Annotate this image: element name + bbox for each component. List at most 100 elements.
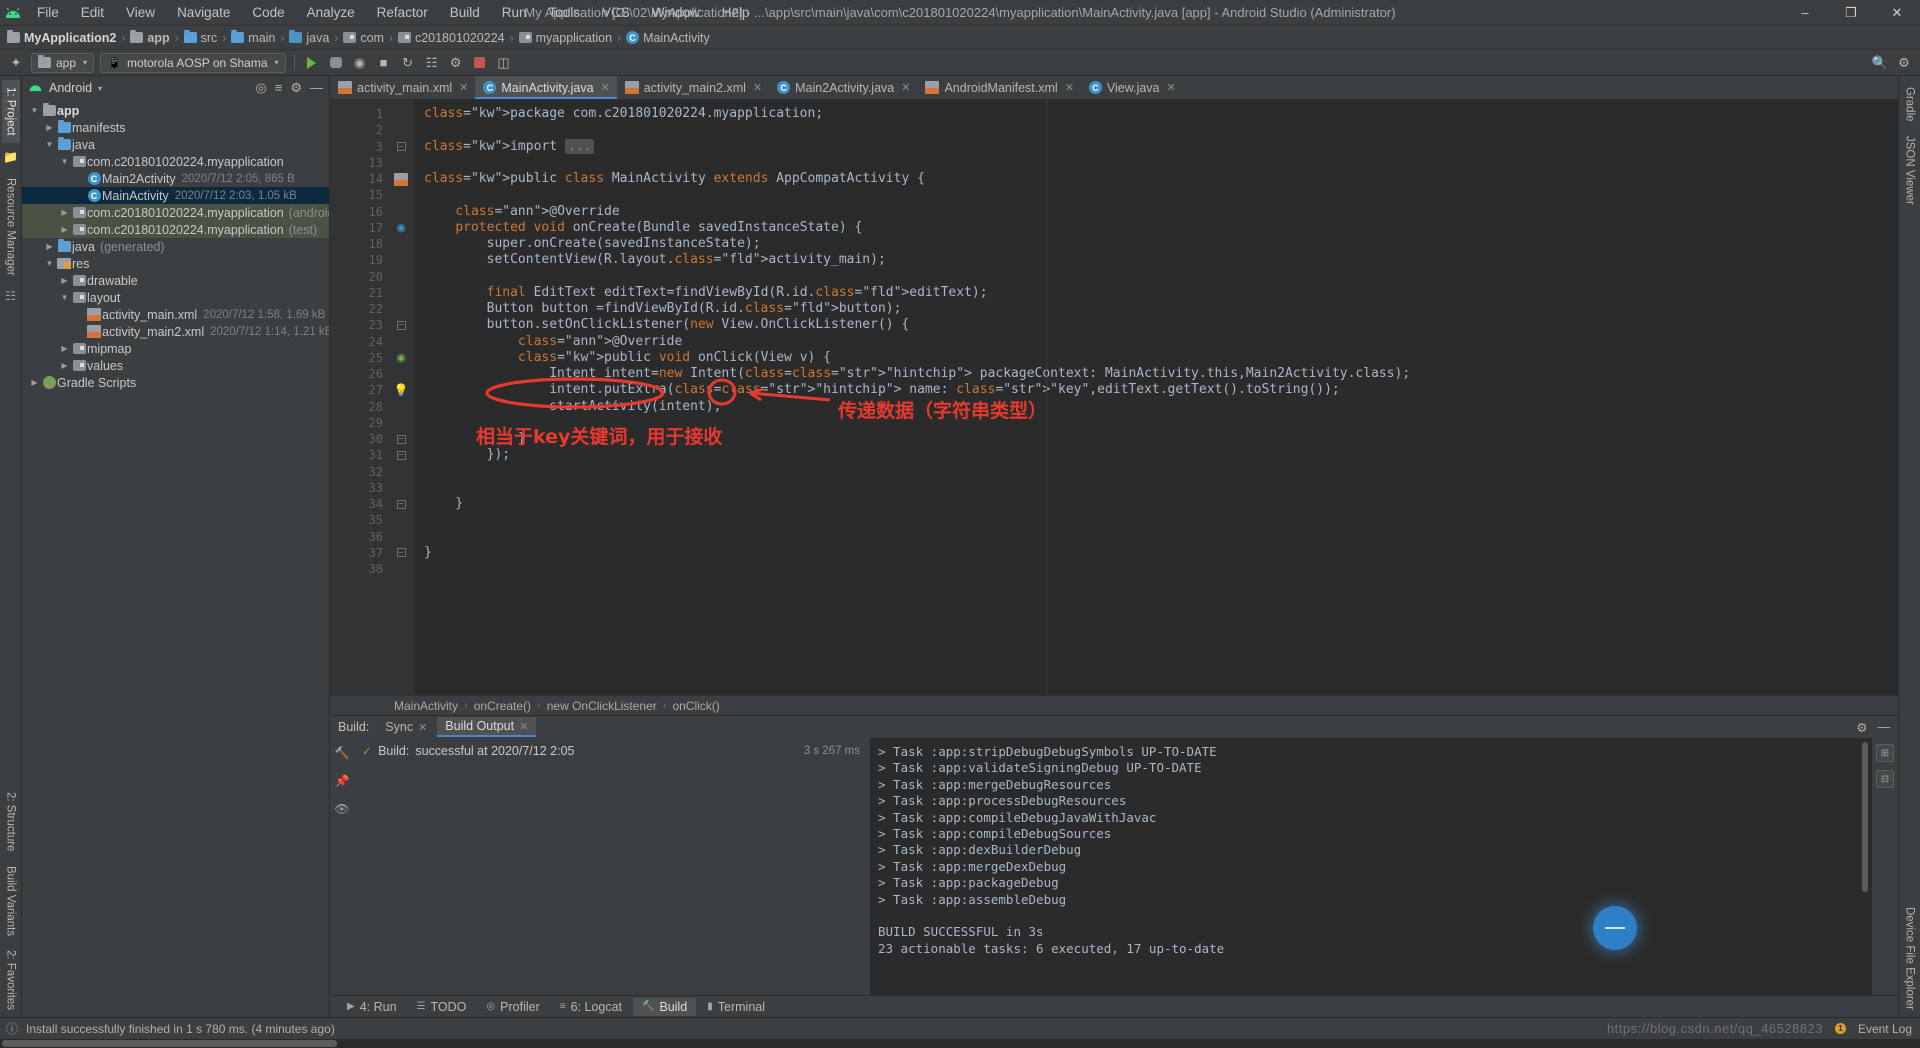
- menu-code[interactable]: Code: [241, 2, 295, 23]
- sidebar-tab-gradle[interactable]: Gradle: [1901, 80, 1919, 129]
- xml-gutter-icon[interactable]: [388, 171, 414, 187]
- code-editor[interactable]: 1 2 3 13 14 15 16 17 18 19 20 21 22 23 24 25 26 27 28 29 30 3…: [330, 100, 1898, 695]
- code-line[interactable]: class="kw">public void onClick(View v) {: [414, 350, 1898, 366]
- build-result-tree[interactable]: ✓ Build: successful at 2020/7/12 2:05 3 …: [354, 738, 870, 995]
- editor-tab-mainactivity-java[interactable]: C MainActivity.java ✕: [475, 76, 618, 99]
- code-line[interactable]: }: [414, 431, 1898, 447]
- tree-item-mipmap[interactable]: ▶ mipmap: [22, 340, 329, 357]
- tree-expand-arrow[interactable]: ▶: [58, 276, 71, 285]
- close-icon[interactable]: ✕: [418, 721, 427, 734]
- editor-breadcrumb[interactable]: MainActivity › onCreate() › new OnClickL…: [330, 695, 1898, 715]
- menu-build[interactable]: Build: [439, 2, 491, 23]
- tree-item-com-c201801020224-myapplication[interactable]: ▶ com.c201801020224.myapplication (test): [22, 221, 329, 238]
- breadcrumb-item-myapplication[interactable]: myapplication: [516, 31, 615, 45]
- menu-edit[interactable]: Edit: [70, 2, 115, 23]
- breadcrumb-item-app[interactable]: app: [127, 30, 172, 45]
- code-line[interactable]: [414, 155, 1898, 171]
- code-line[interactable]: [414, 415, 1898, 431]
- gear-icon[interactable]: ⚙: [1856, 720, 1867, 735]
- hide-panel-icon[interactable]: —: [310, 80, 323, 96]
- expand-icon[interactable]: ⊞: [1876, 744, 1894, 762]
- menu-tools[interactable]: Tools: [538, 2, 592, 23]
- bottom-tab-profiler[interactable]: ◎ Profiler: [477, 998, 548, 1016]
- status-bar-right[interactable]: https://blog.csdn.net/qq_46528823 1 Even…: [1607, 1021, 1920, 1036]
- project-tree[interactable]: ▼ app ▶ manifests ▼ java ▼ com.c201801020224.my…: [22, 100, 329, 1017]
- tree-expand-arrow[interactable]: ▼: [58, 293, 71, 302]
- editor-breadcrumb-onclick[interactable]: onClick(): [672, 699, 719, 713]
- tree-expand-arrow[interactable]: ▶: [58, 361, 71, 370]
- tab-sync[interactable]: Sync ✕: [377, 718, 435, 736]
- code-line[interactable]: super.onCreate(savedInstanceState);: [414, 236, 1898, 252]
- sidebar-tab-favorites[interactable]: 2: Favorites: [2, 943, 20, 1017]
- menu-analyze[interactable]: Analyze: [296, 2, 366, 23]
- bottom-tab-build[interactable]: 🔨 Build: [633, 997, 697, 1016]
- menu-view[interactable]: View: [115, 2, 166, 23]
- code-line[interactable]: Button button =findViewById(R.id.class="…: [414, 301, 1898, 317]
- maximize-button[interactable]: ❐: [1828, 0, 1874, 26]
- main-toolbar[interactable]: ✦ app ▾ 📱 motorola AOSP on Shama ▾ ◉ ■ ↻…: [0, 50, 1920, 76]
- close-icon[interactable]: ✕: [1167, 81, 1176, 94]
- breadcrumb-item-src[interactable]: src: [181, 30, 221, 45]
- layout-inspector-button[interactable]: ◫: [492, 52, 516, 74]
- tree-expand-arrow[interactable]: ▶: [58, 344, 71, 353]
- code-line[interactable]: [414, 464, 1898, 480]
- build-result-row[interactable]: ✓ Build: successful at 2020/7/12 2:05 3 …: [354, 742, 870, 760]
- left-tool-strip[interactable]: 1: Project 📁 Resource Manager ☷ 2: Struc…: [0, 76, 22, 1017]
- code-line[interactable]: class="ann">@Override: [414, 334, 1898, 350]
- code-line[interactable]: Intent intent=new Intent(class=class="st…: [414, 366, 1898, 382]
- tab-build-output[interactable]: Build Output ✕: [437, 717, 537, 737]
- sidebar-tab-structure[interactable]: 2: Structure: [2, 785, 20, 858]
- minimize-button[interactable]: –: [1782, 0, 1828, 26]
- code-line[interactable]: intent.putExtra(class=class="str">"hintc…: [414, 382, 1898, 398]
- tree-item-java[interactable]: ▶ java (generated): [22, 238, 329, 255]
- code-fold-marker[interactable]: −: [388, 496, 414, 512]
- tree-expand-arrow[interactable]: ▶: [43, 242, 56, 251]
- menu-navigate[interactable]: Navigate: [166, 2, 241, 23]
- bottom-tab-terminal[interactable]: ▮ Terminal: [698, 998, 774, 1016]
- collapse-all-icon[interactable]: ≡: [275, 80, 283, 96]
- code-line[interactable]: }: [414, 496, 1898, 512]
- editor-tab-activity-main2-xml[interactable]: activity_main2.xml ✕: [617, 76, 769, 99]
- settings-gear-icon[interactable]: ⚙: [1892, 52, 1916, 74]
- editor-breadcrumb-listener[interactable]: new OnClickListener: [547, 699, 657, 713]
- breadcrumb-item-com[interactable]: com: [340, 31, 387, 45]
- implement-gutter-icon[interactable]: ◉: [388, 350, 414, 366]
- code-fold-marker[interactable]: −: [388, 431, 414, 447]
- sidebar-tab-build-variants[interactable]: Build Variants: [2, 859, 20, 943]
- editor-breadcrumb-class[interactable]: MainActivity: [394, 699, 458, 713]
- tree-expand-arrow[interactable]: ▼: [43, 140, 56, 149]
- bottom-tab-6-logcat[interactable]: ≡ 6: Logcat: [551, 998, 631, 1016]
- tree-expand-arrow[interactable]: ▶: [28, 378, 41, 387]
- build-tab-bar[interactable]: Build: Sync ✕ Build Output ✕ ⚙ —: [330, 716, 1898, 738]
- filter-icon[interactable]: 👁: [334, 802, 349, 816]
- navigation-breadcrumb[interactable]: MyApplication2 › app › src › main › java…: [0, 26, 1920, 50]
- right-tool-strip[interactable]: Gradle JSON Viewer Device File Explorer: [1898, 76, 1920, 1017]
- sidebar-tab-project[interactable]: 1: Project: [1, 80, 20, 143]
- stop-button[interactable]: [468, 52, 492, 74]
- pin-icon[interactable]: 📌: [335, 774, 350, 788]
- code-line[interactable]: startActivity(intent);: [414, 399, 1898, 415]
- code-line[interactable]: protected void onCreate(Bundle savedInst…: [414, 220, 1898, 236]
- folder-icon[interactable]: 📁: [3, 149, 19, 165]
- fold-marker-column[interactable]: − ◉ − ◉ 💡 − − − −: [388, 100, 414, 695]
- build-side-actions[interactable]: 🔨 📌 👁: [330, 738, 354, 995]
- breadcrumb-item-c201801020224[interactable]: c201801020224: [395, 31, 508, 45]
- search-icon[interactable]: 🔍: [1868, 52, 1892, 74]
- tree-item-java[interactable]: ▼ java: [22, 136, 329, 153]
- sidebar-tab-device-file-explorer[interactable]: Device File Explorer: [1901, 900, 1919, 1017]
- code-line[interactable]: class="ann">@Override: [414, 204, 1898, 220]
- code-fold-marker[interactable]: −: [388, 545, 414, 561]
- debug-button[interactable]: [324, 52, 348, 74]
- editor-tab-androidmanifest-xml[interactable]: AndroidManifest.xml ✕: [917, 76, 1080, 99]
- tree-expand-arrow[interactable]: ▼: [43, 259, 56, 268]
- editor-tab-view-java[interactable]: C View.java ✕: [1081, 76, 1183, 99]
- code-line[interactable]: [414, 269, 1898, 285]
- code-line[interactable]: [414, 512, 1898, 528]
- module-selector[interactable]: app ▾: [31, 52, 95, 73]
- menu-window[interactable]: Window: [641, 2, 711, 23]
- menu-file[interactable]: File: [26, 2, 70, 23]
- close-icon[interactable]: ✕: [1065, 81, 1074, 94]
- breadcrumb-item-mainactivity[interactable]: C MainActivity: [623, 31, 713, 45]
- build-right-actions[interactable]: ⊞ ⊟: [1872, 738, 1898, 995]
- close-icon[interactable]: ✕: [601, 81, 610, 94]
